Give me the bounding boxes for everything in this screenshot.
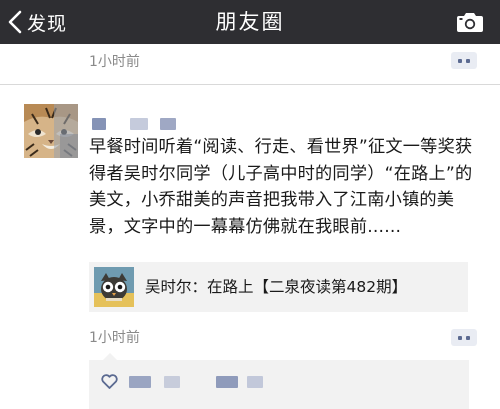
post-text: 早餐时间听着“阅读、行走、看世界”征文一等奖获得者吴时尔同学（儿子高中时的同学）… [89, 137, 473, 237]
name-blur [160, 118, 176, 130]
liker-name-blur[interactable] [216, 376, 238, 388]
post-time: 1小时前 [89, 330, 140, 346]
owl-logo-icon [94, 267, 134, 307]
previous-post-time: 1小时前 [89, 54, 140, 70]
avatar[interactable] [24, 104, 78, 158]
previous-post-comment-button[interactable] [451, 52, 477, 69]
liker-name-blur[interactable] [164, 376, 180, 388]
name-blur [130, 118, 148, 130]
page-title: 朋友圈 [215, 10, 285, 34]
liker-name-blur[interactable] [247, 376, 263, 388]
heart-icon [101, 374, 118, 389]
liker-name-blur[interactable] [129, 376, 151, 388]
post-comment-button[interactable] [451, 329, 477, 346]
likes-area [89, 353, 469, 409]
tiger-avatar-image [24, 104, 78, 158]
camera-icon[interactable] [456, 11, 484, 33]
top-nav-bar: 发现 朋友圈 [0, 0, 500, 44]
link-title: 吴时尔：在路上【二泉夜读第482期】 [145, 278, 408, 296]
link-card[interactable]: 吴时尔：在路上【二泉夜读第482期】 [89, 262, 468, 312]
name-blur [92, 118, 106, 130]
moments-screen: 发现 朋友圈 1小时前 早餐时间听着“阅读、行走、看世界”征文一等奖获得者吴时尔… [0, 0, 500, 409]
post-divider [0, 84, 500, 85]
